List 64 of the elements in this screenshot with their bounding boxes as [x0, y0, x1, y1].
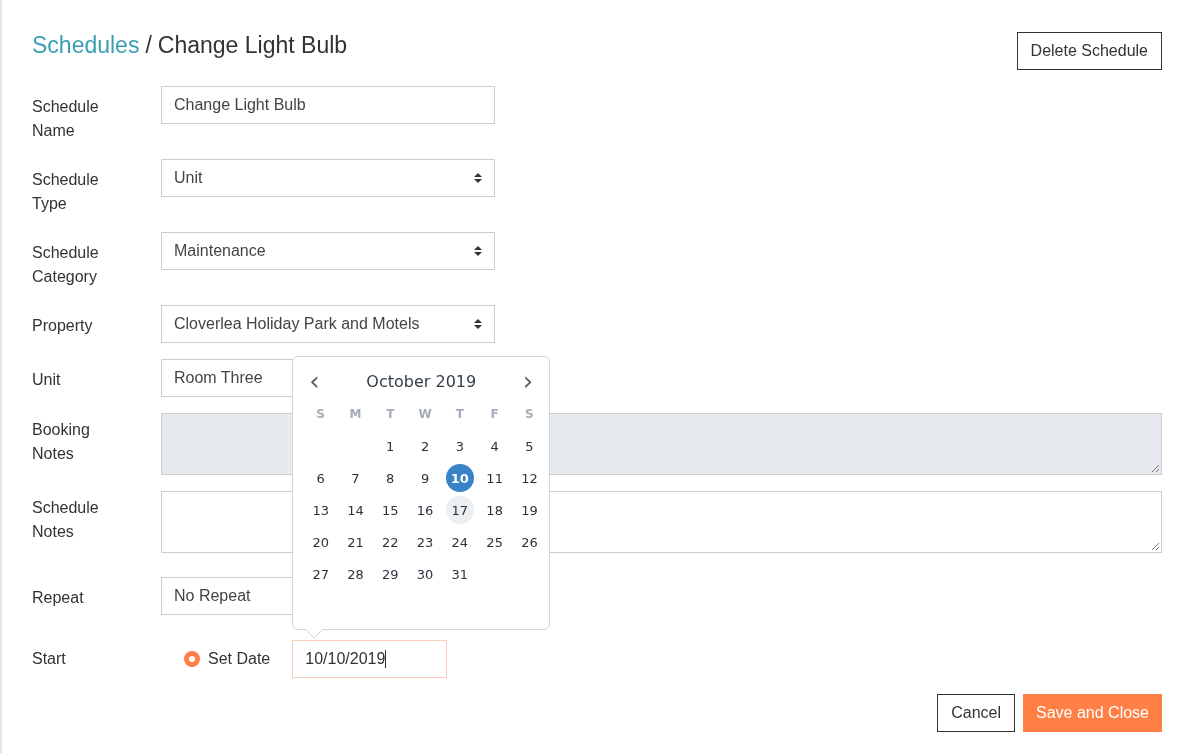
page-title: Change Light Bulb — [157, 32, 348, 59]
month-title: October 2019 — [366, 371, 477, 391]
calendar-day[interactable]: 6 — [306, 464, 335, 492]
calendar-day[interactable]: 17 — [445, 496, 474, 524]
field-label: Unit — [32, 370, 62, 390]
sort-caret-icon — [474, 318, 482, 330]
calendar-day[interactable]: 25 — [480, 528, 509, 556]
calendar-day[interactable]: 10 — [445, 464, 474, 492]
calendar-day[interactable]: 20 — [306, 528, 335, 556]
calendar-day[interactable]: 9 — [411, 464, 440, 492]
select-dropdown[interactable]: Unit — [161, 159, 495, 197]
calendar-day[interactable]: 24 — [445, 528, 474, 556]
calendar-day[interactable]: 8 — [376, 464, 405, 492]
field-label: Start — [32, 648, 67, 669]
field-label: Schedule Name — [32, 97, 100, 141]
cancel-button[interactable]: Cancel — [937, 694, 1016, 732]
select-dropdown[interactable]: Cloverlea Holiday Park and Motels — [161, 305, 495, 343]
calendar-day[interactable]: 14 — [341, 496, 370, 524]
calendar-day[interactable]: 1 — [376, 432, 405, 460]
calendar-day[interactable]: 7 — [341, 464, 370, 492]
weekday-label: T — [454, 406, 465, 423]
weekday-label: S — [315, 406, 326, 423]
next-month-button[interactable]: › — [516, 370, 540, 392]
weekday-label: T — [385, 406, 396, 423]
calendar-day[interactable]: 11 — [480, 464, 509, 492]
weekday-label: W — [417, 406, 433, 423]
calendar-day[interactable]: 12 — [515, 464, 544, 492]
calendar-day[interactable]: 28 — [341, 560, 370, 588]
calendar-day[interactable]: 23 — [411, 528, 440, 556]
field-label: Repeat — [32, 588, 85, 608]
calendar-day[interactable]: 27 — [306, 560, 335, 588]
calendar-day[interactable]: 31 — [445, 560, 474, 588]
sort-caret-icon — [474, 172, 482, 184]
select-dropdown[interactable]: Maintenance — [161, 232, 495, 270]
calendar-day[interactable]: 18 — [480, 496, 509, 524]
field-label: Schedule Type — [32, 170, 100, 214]
sort-caret-icon — [474, 245, 482, 257]
calendar-day[interactable]: 30 — [411, 560, 440, 588]
weekday-label: M — [348, 406, 363, 423]
calendar-day[interactable]: 2 — [411, 432, 440, 460]
field-label: Schedule Category — [32, 243, 100, 287]
text-field[interactable]: Change Light Bulb — [161, 86, 495, 124]
weekday-label: S — [524, 406, 535, 423]
previous-month-button[interactable]: ‹ — [303, 370, 326, 392]
weekday-label: F — [489, 406, 500, 423]
calendar-day[interactable]: 16 — [411, 496, 440, 524]
radio-button[interactable] — [184, 651, 200, 667]
calendar-day[interactable]: 19 — [515, 496, 544, 524]
field-label: Schedule Notes — [32, 498, 100, 542]
calendar-day[interactable]: 15 — [376, 496, 405, 524]
delete-schedule-button[interactable]: Delete Schedule — [1016, 32, 1162, 70]
calendar-day[interactable]: 21 — [341, 528, 370, 556]
calendar-day[interactable]: 13 — [306, 496, 335, 524]
calendar-day[interactable]: 29 — [376, 560, 405, 588]
breadcrumb-separator: / — [145, 32, 152, 59]
radio-label: Set Date — [208, 650, 271, 668]
calendar-day[interactable]: 4 — [480, 432, 509, 460]
resize-grip-icon[interactable] — [1151, 542, 1159, 550]
field-label: Booking Notes — [32, 420, 91, 464]
calendar-day[interactable]: 5 — [515, 432, 544, 460]
calendar-day[interactable]: 22 — [376, 528, 405, 556]
calendar-day[interactable]: 26 — [515, 528, 544, 556]
field-label: Property — [32, 316, 94, 336]
calendar-day[interactable]: 3 — [445, 432, 474, 460]
